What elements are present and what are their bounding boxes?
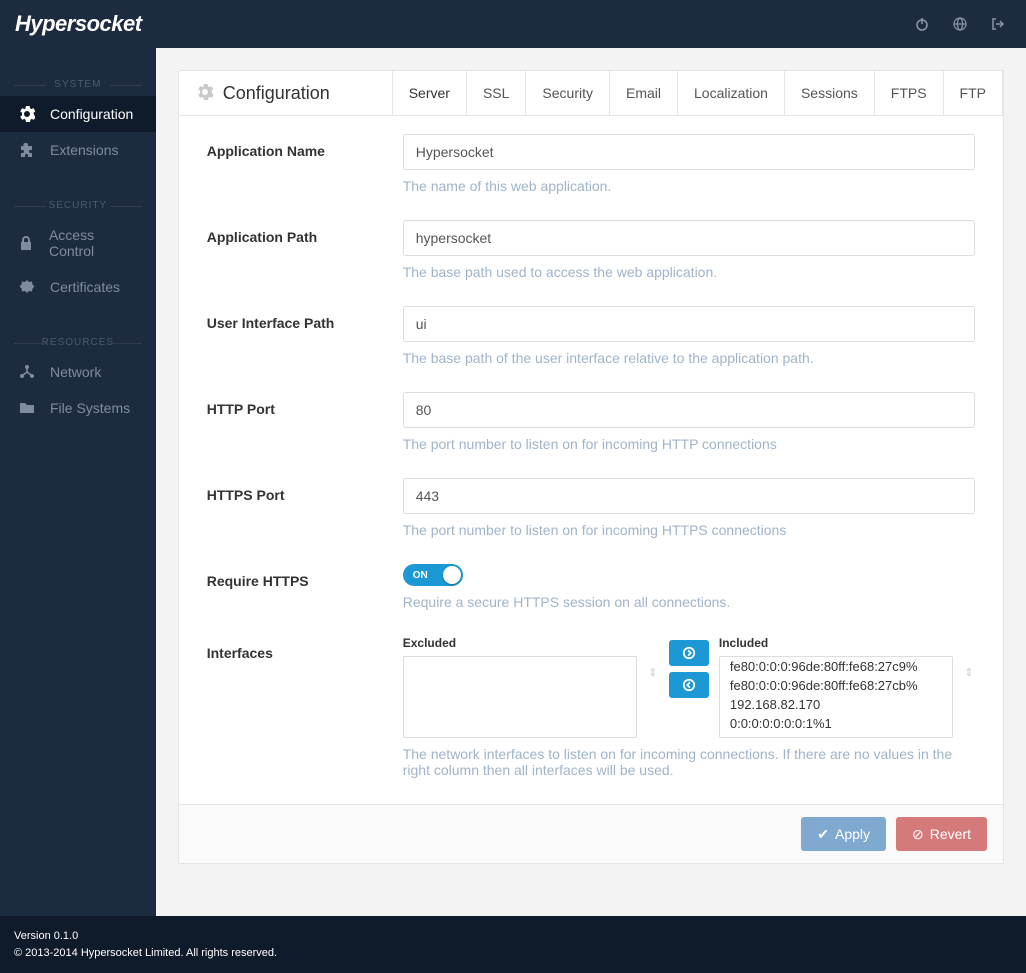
puzzle-icon (18, 142, 36, 158)
footer-copyright: © 2013-2014 Hypersocket Limited. All rig… (14, 945, 1012, 962)
content-area: Configuration ServerSSLSecurityEmailLoca… (156, 48, 1026, 916)
gear-icon (18, 106, 36, 122)
label-require-https: Require HTTPS (207, 564, 403, 589)
sidebar-item-label: Network (50, 364, 101, 380)
check-icon: ✔ (817, 826, 829, 843)
field-interfaces: Interfaces Excluded ⇕ (207, 636, 975, 778)
help-interfaces: The network interfaces to listen on for … (403, 746, 975, 778)
tab-server[interactable]: Server (393, 71, 467, 115)
sidebar-section-security: SECURITY (0, 194, 156, 217)
apply-label: Apply (835, 826, 870, 842)
tab-ssl[interactable]: SSL (467, 71, 526, 115)
panel-title: Configuration (223, 83, 330, 104)
power-icon[interactable] (914, 16, 930, 32)
ban-icon: ⊘ (912, 826, 924, 843)
header-actions (914, 16, 1006, 32)
sidebar-item-label: Certificates (50, 279, 120, 295)
network-icon (18, 364, 36, 380)
sidebar-item-label: File Systems (50, 400, 130, 416)
tab-sessions[interactable]: Sessions (785, 71, 875, 115)
move-right-button[interactable] (669, 640, 709, 666)
folder-icon (18, 400, 36, 416)
help-https-port: The port number to listen on for incomin… (403, 522, 975, 538)
list-item[interactable]: fe80:0:0:0:96de:80ff:fe68:27cb% (720, 676, 952, 695)
move-left-button[interactable] (669, 672, 709, 698)
sidebar-item-access-control[interactable]: Access Control (0, 217, 156, 269)
panel-footer: ✔ Apply ⊘ Revert (179, 804, 1003, 863)
help-app-path: The base path used to access the web app… (403, 264, 975, 280)
sidebar-section-system: SYSTEM (0, 73, 156, 96)
help-require-https: Require a secure HTTPS session on all co… (403, 594, 975, 610)
label-app-name: Application Name (207, 134, 403, 159)
excluded-header: Excluded (403, 636, 637, 650)
field-require-https: Require HTTPS ON Require a secure HTTPS … (207, 564, 975, 610)
sidebar-item-network[interactable]: Network (0, 354, 156, 390)
input-app-path[interactable] (403, 220, 975, 256)
revert-label: Revert (930, 826, 971, 842)
list-item[interactable]: 192.168.82.170 (720, 695, 952, 714)
revert-button[interactable]: ⊘ Revert (896, 817, 987, 851)
list-item[interactable]: fe80:0:0:0:96de:80ff:fe68:27c9% (720, 657, 952, 676)
excluded-list[interactable] (403, 656, 637, 738)
label-interfaces: Interfaces (207, 636, 403, 661)
help-http-port: The port number to listen on for incomin… (403, 436, 975, 452)
sidebar-item-extensions[interactable]: Extensions (0, 132, 156, 168)
globe-icon[interactable] (952, 16, 968, 32)
logout-icon[interactable] (990, 16, 1006, 32)
input-ui-path[interactable] (403, 306, 975, 342)
help-app-name: The name of this web application. (403, 178, 975, 194)
sidebar-item-label: Access Control (49, 227, 138, 259)
toggle-knob (443, 566, 461, 584)
cert-icon (18, 279, 36, 295)
apply-button[interactable]: ✔ Apply (801, 817, 886, 851)
sidebar-item-label: Configuration (50, 106, 133, 122)
label-ui-path: User Interface Path (207, 306, 403, 331)
toggle-require-https[interactable]: ON (403, 564, 463, 586)
included-header: Included (719, 636, 953, 650)
top-header: Hypersocket (0, 0, 1026, 48)
label-http-port: HTTP Port (207, 392, 403, 417)
sidebar: SYSTEM Configuration Extensions SECURITY Acc… (0, 48, 156, 916)
sidebar-item-certificates[interactable]: Certificates (0, 269, 156, 305)
tab-email[interactable]: Email (610, 71, 678, 115)
sidebar-item-file-systems[interactable]: File Systems (0, 390, 156, 426)
input-http-port[interactable] (403, 392, 975, 428)
lock-icon (18, 235, 35, 251)
tab-ftp[interactable]: FTP (944, 71, 1003, 115)
tab-ftps[interactable]: FTPS (875, 71, 944, 115)
sidebar-item-configuration[interactable]: Configuration (0, 96, 156, 132)
sidebar-item-label: Extensions (50, 142, 118, 158)
help-ui-path: The base path of the user interface rela… (403, 350, 975, 366)
page-footer: Version 0.1.0 © 2013-2014 Hypersocket Li… (0, 916, 1026, 973)
gear-icon (197, 84, 213, 103)
drag-handle-icon[interactable]: ⇕ (963, 636, 975, 679)
dual-list: Excluded ⇕ (403, 636, 975, 738)
footer-version: Version 0.1.0 (14, 928, 1012, 945)
field-app-path: Application Path The base path used to a… (207, 220, 975, 280)
field-http-port: HTTP Port The port number to listen on f… (207, 392, 975, 452)
config-panel: Configuration ServerSSLSecurityEmailLoca… (178, 70, 1004, 864)
drag-handle-icon[interactable]: ⇕ (647, 636, 659, 679)
field-https-port: HTTPS Port The port number to listen on … (207, 478, 975, 538)
panel-header: Configuration ServerSSLSecurityEmailLoca… (179, 71, 1003, 116)
toggle-on-label: ON (403, 570, 428, 581)
brand-logo: Hypersocket (15, 11, 142, 37)
tabs: ServerSSLSecurityEmailLocalizationSessio… (393, 71, 1003, 115)
tab-security[interactable]: Security (526, 71, 610, 115)
field-ui-path: User Interface Path The base path of the… (207, 306, 975, 366)
included-list[interactable]: fe80:0:0:0:96de:80ff:fe68:27c9%fe80:0:0:… (719, 656, 953, 738)
field-app-name: Application Name The name of this web ap… (207, 134, 975, 194)
sidebar-section-resources: RESOURCES (0, 331, 156, 354)
list-item[interactable]: 0:0:0:0:0:0:0:1%1 (720, 714, 952, 733)
label-https-port: HTTPS Port (207, 478, 403, 503)
input-app-name[interactable] (403, 134, 975, 170)
label-app-path: Application Path (207, 220, 403, 245)
input-https-port[interactable] (403, 478, 975, 514)
tab-localization[interactable]: Localization (678, 71, 785, 115)
